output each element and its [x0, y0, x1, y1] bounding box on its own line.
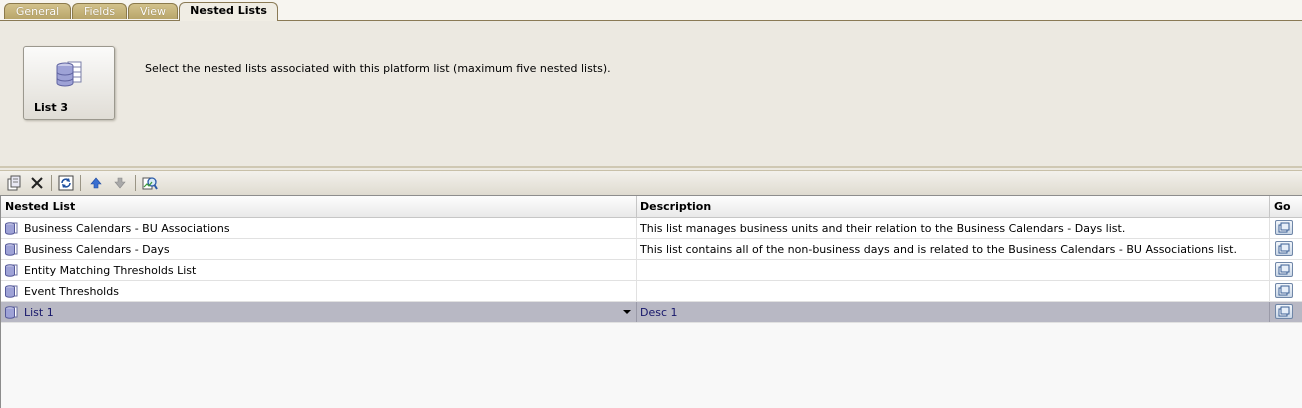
nested-list-description[interactable]: Desc 1: [640, 306, 678, 319]
move-down-button[interactable]: [111, 174, 129, 192]
nested-list-name: Business Calendars - BU Associations: [24, 222, 230, 235]
toolbar-separator: [80, 175, 81, 191]
cell-divider: [1269, 281, 1270, 301]
tab-view[interactable]: View: [128, 3, 178, 19]
database-icon: [5, 264, 18, 277]
table-row-selected[interactable]: List 1 Desc 1: [1, 302, 1302, 323]
new-item-button[interactable]: [5, 174, 23, 192]
cell-divider: [1269, 239, 1270, 259]
column-header-description[interactable]: Description: [640, 200, 711, 213]
nested-list-select[interactable]: List 1: [24, 306, 54, 319]
database-icon: [5, 243, 18, 256]
cell-divider: [636, 239, 637, 259]
nested-list-description: This list manages business units and the…: [640, 222, 1126, 235]
list-tile: List 3: [23, 46, 115, 120]
nested-list-description: This list contains all of the non-busine…: [640, 243, 1237, 256]
move-up-button[interactable]: [87, 174, 105, 192]
new-item-icon: [7, 175, 21, 191]
delete-icon: [31, 177, 43, 189]
go-icon: [1278, 306, 1290, 317]
cell-divider: [1269, 260, 1270, 280]
nested-list-name: Business Calendars - Days: [24, 243, 170, 256]
column-separator[interactable]: [636, 196, 637, 217]
cell-divider: [636, 281, 637, 301]
nested-lists-grid: Nested List Description Go Business Cale…: [0, 195, 1302, 408]
move-up-icon: [90, 177, 102, 189]
page-description: Select the nested lists associated with …: [145, 62, 611, 75]
delete-button[interactable]: [28, 174, 46, 192]
go-button[interactable]: [1275, 283, 1293, 298]
table-row[interactable]: Event Thresholds: [1, 281, 1302, 302]
tab-fields[interactable]: Fields: [72, 3, 127, 19]
go-button[interactable]: [1275, 241, 1293, 256]
database-icon: [5, 222, 18, 235]
refresh-icon: [58, 175, 74, 191]
go-button[interactable]: [1275, 262, 1293, 277]
database-icon: [5, 285, 18, 298]
toolbar: [0, 170, 1302, 195]
nested-list-name: Entity Matching Thresholds List: [24, 264, 197, 277]
cell-divider: [636, 260, 637, 280]
cell-divider: [636, 302, 637, 322]
go-icon: [1278, 285, 1290, 296]
toolbar-separator: [51, 175, 52, 191]
go-icon: [1278, 222, 1290, 233]
go-icon: [1278, 264, 1290, 275]
nested-list-name: Event Thresholds: [24, 285, 119, 298]
tab-general[interactable]: General: [4, 3, 71, 19]
tab-nested-lists[interactable]: Nested Lists: [179, 2, 278, 21]
database-icon: [5, 306, 18, 319]
cell-divider: [1269, 302, 1270, 322]
column-separator[interactable]: [1269, 196, 1270, 217]
table-row[interactable]: Entity Matching Thresholds List: [1, 260, 1302, 281]
column-header-go[interactable]: Go: [1274, 200, 1291, 213]
chevron-down-icon[interactable]: [623, 310, 631, 314]
tab-bar: General Fields View Nested Lists: [0, 0, 1302, 21]
table-row[interactable]: Business Calendars - Days This list cont…: [1, 239, 1302, 260]
go-button[interactable]: [1275, 304, 1293, 319]
go-button[interactable]: [1275, 220, 1293, 235]
cell-divider: [1269, 218, 1270, 238]
lookup-button[interactable]: [141, 174, 159, 192]
lookup-icon: [142, 177, 158, 190]
column-header-nested-list[interactable]: Nested List: [5, 200, 75, 213]
toolbar-separator: [135, 175, 136, 191]
table-row[interactable]: Business Calendars - BU Associations Thi…: [1, 218, 1302, 239]
go-icon: [1278, 243, 1290, 254]
refresh-button[interactable]: [57, 174, 75, 192]
grid-header: Nested List Description Go: [1, 196, 1302, 218]
cell-divider: [636, 218, 637, 238]
tile-label: List 3: [34, 101, 69, 114]
header-panel: List 3 Select the nested lists associate…: [0, 21, 1302, 168]
database-icon: [56, 61, 82, 87]
move-down-icon: [114, 177, 126, 189]
